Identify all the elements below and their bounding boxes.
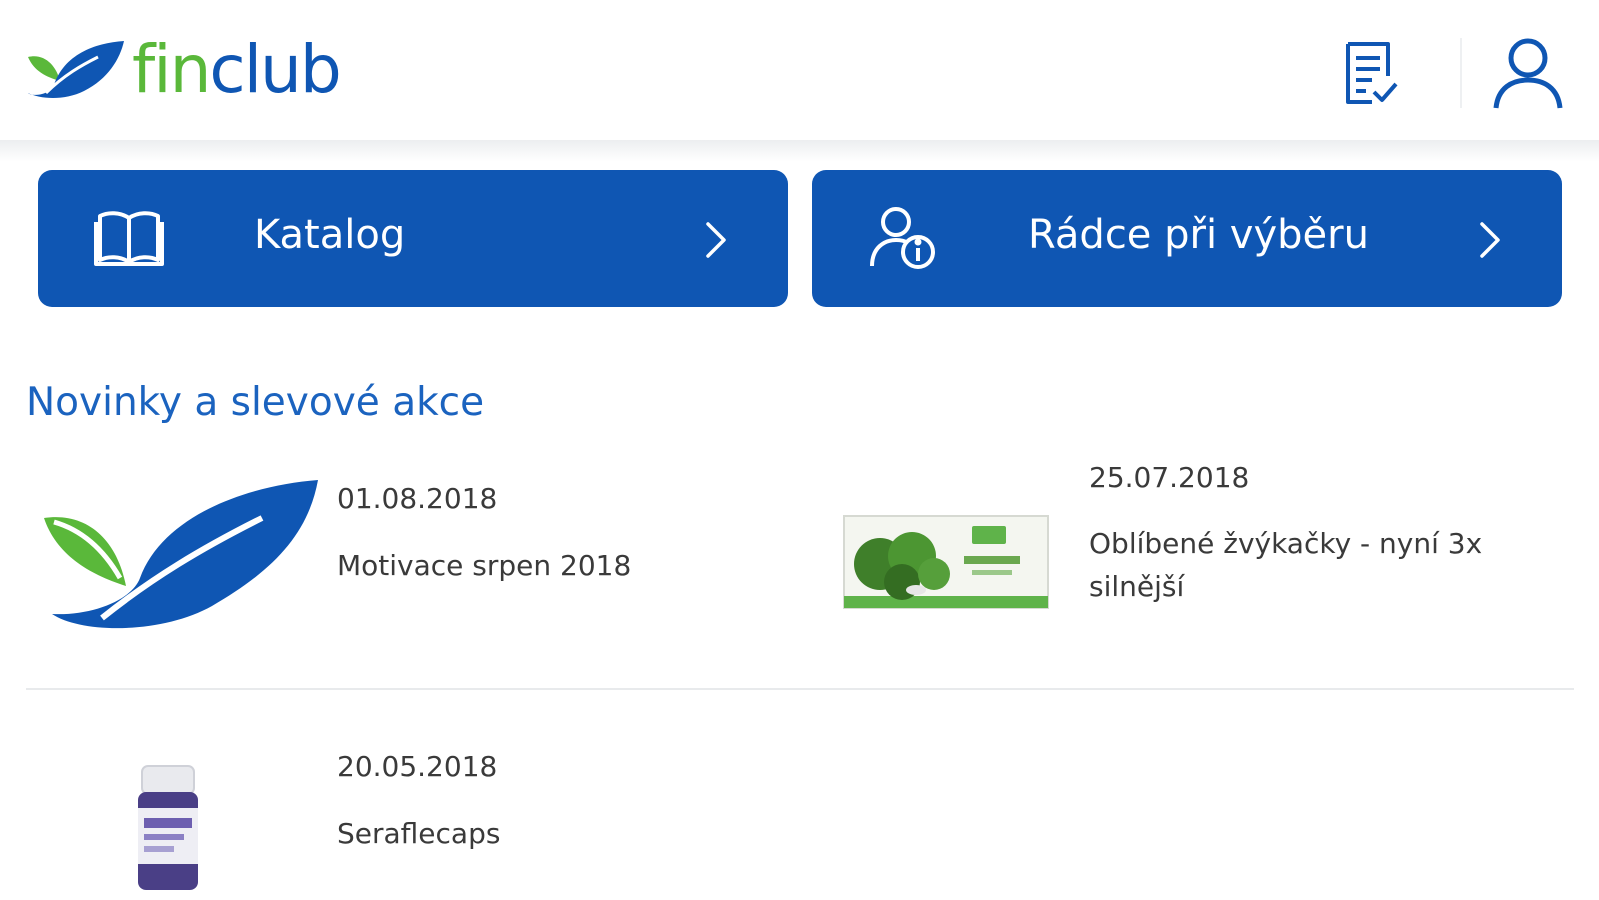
news-item[interactable]: 20.05.2018 Seraflecaps	[26, 740, 786, 900]
news-item[interactable]: 25.07.2018 Oblíbené žvýkačky - nyní 3x s…	[830, 461, 1570, 660]
news-date: 01.08.2018	[337, 482, 498, 515]
logo-text-club: club	[209, 31, 341, 108]
logo-wordmark: finclub	[132, 37, 342, 103]
news-image-supplement-bottle	[138, 765, 198, 890]
news-date: 20.05.2018	[337, 750, 498, 783]
app-header: finclub	[0, 0, 1599, 145]
logo-text-fin: fin	[132, 31, 211, 108]
news-title: Seraflecaps	[337, 817, 501, 850]
katalog-button[interactable]: Katalog	[38, 170, 788, 307]
chevron-right-icon	[706, 222, 726, 258]
katalog-label: Katalog	[254, 212, 406, 258]
chevron-right-icon	[1480, 222, 1500, 258]
news-image-gum-package	[843, 515, 1049, 609]
leaf-logo-icon	[28, 41, 124, 98]
radce-label: Rádce při výběru	[1028, 212, 1369, 258]
checklist-icon	[1346, 41, 1398, 104]
book-icon	[94, 211, 164, 266]
person-info-icon	[870, 207, 935, 269]
user-icon	[1493, 38, 1563, 108]
header-shadow	[0, 140, 1599, 162]
news-title: Motivace srpen 2018	[337, 549, 632, 582]
news-row-divider	[26, 688, 1574, 690]
header-divider	[1460, 38, 1462, 108]
account-button[interactable]	[1488, 30, 1568, 115]
news-title: Oblíbené žvýkačky - nyní 3x silnější	[1089, 527, 1483, 603]
news-item[interactable]: 01.08.2018 Motivace srpen 2018	[26, 470, 786, 660]
news-image-leaf-logo	[44, 480, 318, 629]
orders-button[interactable]	[1330, 30, 1410, 115]
finclub-logo[interactable]: finclub	[24, 30, 342, 110]
news-date: 25.07.2018	[1089, 461, 1250, 494]
section-title: Novinky a slevové akce	[26, 380, 485, 425]
radce-button[interactable]: Rádce při výběru	[812, 170, 1562, 307]
